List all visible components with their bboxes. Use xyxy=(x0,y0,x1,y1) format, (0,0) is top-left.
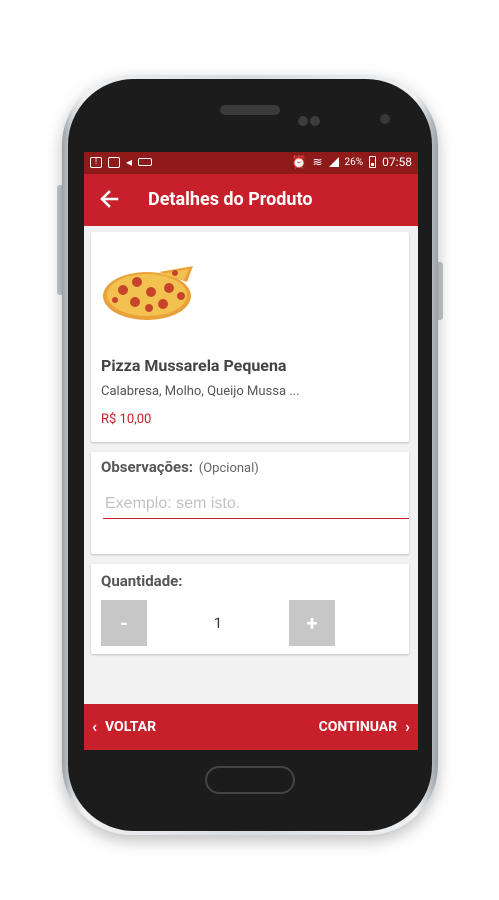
arrow-left-icon[interactable] xyxy=(96,186,122,212)
quantity-card: Quantidade: - 1 + xyxy=(91,564,409,654)
product-price: R$ 10,00 xyxy=(101,412,152,427)
message-icon xyxy=(108,156,120,168)
observations-label-text: Observações: xyxy=(101,458,194,476)
product-card: Pizza Mussarela Pequena Calabresa, Molho… xyxy=(91,232,409,442)
decrement-button[interactable]: - xyxy=(101,600,147,646)
observations-card: Observações: (Opcional) xyxy=(91,452,409,554)
quantity-label: Quantidade: xyxy=(101,572,183,590)
continue-button-label: CONTINUAR xyxy=(318,718,398,735)
product-description: Calabresa, Molho, Queijo Mussa ... xyxy=(101,384,300,399)
page-title: Detalhes do Produto xyxy=(148,189,313,210)
wifi-icon: ≋ xyxy=(312,155,323,169)
voicemail-icon xyxy=(138,158,153,166)
signal-icon xyxy=(328,157,339,167)
product-name: Pizza Mussarela Pequena xyxy=(101,356,287,375)
battery-percent: 26% xyxy=(344,156,364,168)
pizza-image xyxy=(103,266,193,320)
system-icons: ⏰ ≋ 26% 07:58 xyxy=(292,155,412,169)
earpiece-speaker xyxy=(220,105,280,115)
quantity-stepper: - 1 + xyxy=(101,600,335,646)
content-area: Pizza Mussarela Pequena Calabresa, Molho… xyxy=(84,226,418,704)
alarm-icon: ⏰ xyxy=(291,155,307,169)
continue-button[interactable]: CONTINUAR › xyxy=(319,717,410,736)
clock: 07:58 xyxy=(382,155,412,169)
battery-icon xyxy=(369,156,377,168)
chevron-right-icon: › xyxy=(405,717,410,736)
chevron-left-icon: ‹ xyxy=(92,717,97,736)
app-screen: ! ◂ ⏰ ≋ 26% 07:58 Detalhes do Produto Pi… xyxy=(84,152,418,750)
media-icon: ◂ xyxy=(126,155,133,169)
quantity-value: 1 xyxy=(147,600,289,646)
optional-hint: (Opcional) xyxy=(198,461,259,476)
back-button[interactable]: ‹ VOLTAR xyxy=(92,717,156,736)
alert-icon: ! xyxy=(90,156,102,168)
notification-icons: ! ◂ xyxy=(90,155,153,169)
back-button-label: VOLTAR xyxy=(105,718,157,735)
increment-button[interactable]: + xyxy=(289,600,335,646)
home-button[interactable] xyxy=(205,766,295,794)
proximity-sensors xyxy=(298,111,322,126)
observations-label: Observações: (Opcional) xyxy=(101,458,259,476)
app-bar: Detalhes do Produto xyxy=(84,174,418,226)
front-camera xyxy=(380,114,390,124)
status-bar: ! ◂ ⏰ ≋ 26% 07:58 xyxy=(84,152,418,174)
observations-input[interactable] xyxy=(103,490,409,519)
bottom-nav: ‹ VOLTAR CONTINUAR › xyxy=(84,704,418,750)
